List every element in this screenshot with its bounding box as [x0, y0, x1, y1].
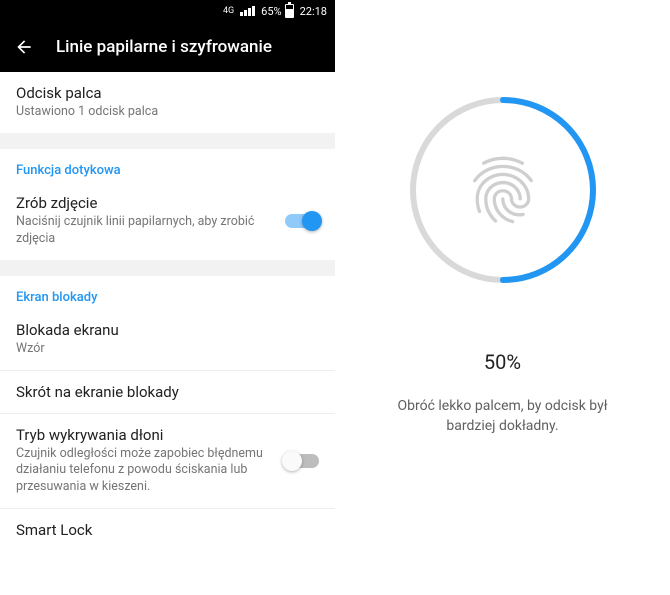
enroll-tip: Obróć lekko palcem, by odcisk był bardzi… — [374, 396, 632, 437]
toggle-knob — [302, 211, 322, 231]
row-take-photo[interactable]: Zrób zdjęcie Naciśnij czujnik linii papi… — [0, 182, 335, 260]
toggle-take-photo[interactable] — [285, 214, 319, 228]
enroll-tip-line1: Obróć lekko palcem, by odcisk był — [398, 398, 608, 414]
clock: 22:18 — [300, 5, 327, 18]
row-screen-lock[interactable]: Blokada ekranu Wzór — [0, 309, 335, 370]
toggle-knob — [282, 451, 302, 471]
row-fingerprint[interactable]: Odcisk palca Ustawiono 1 odcisk palca — [0, 72, 335, 133]
section-touch-label: Funkcja dotykowa — [16, 163, 319, 178]
app-bar: Linie papilarne i szyfrowanie — [0, 22, 335, 72]
row-take-photo-subtitle: Naciśnij czujnik linii papilarnych, aby … — [16, 214, 266, 248]
progress-ring — [403, 90, 603, 290]
fingerprint-icon — [403, 90, 603, 290]
battery-indicator: 65% — [261, 4, 293, 18]
row-screen-lock-title: Blokada ekranu — [16, 321, 319, 339]
back-arrow-icon — [14, 37, 34, 57]
enroll-screen: 50% Obróć lekko palcem, by odcisk był ba… — [335, 0, 670, 595]
divider — [0, 133, 335, 149]
enroll-tip-line2: bardziej dokładny. — [446, 418, 558, 434]
row-shortcut[interactable]: Skrót na ekranie blokady — [0, 370, 335, 413]
row-palm-subtitle: Czujnik odległości może zapobiec błędnem… — [16, 446, 266, 497]
divider — [0, 260, 335, 276]
row-palm-title: Tryb wykrywania dłoni — [16, 426, 319, 444]
battery-pct: 65% — [261, 5, 281, 18]
back-button[interactable] — [14, 37, 34, 57]
section-lockscreen: Ekran blokady — [0, 276, 335, 309]
row-take-photo-title: Zrób zdjęcie — [16, 194, 319, 212]
row-smart-lock-title: Smart Lock — [16, 521, 319, 539]
row-fingerprint-subtitle: Ustawiono 1 odcisk palca — [16, 104, 266, 121]
row-smart-lock[interactable]: Smart Lock — [0, 508, 335, 551]
enroll-percent: 50% — [484, 350, 521, 374]
signal-icon — [240, 6, 255, 16]
toggle-palm-detection[interactable] — [285, 454, 319, 468]
settings-list: Odcisk palca Ustawiono 1 odcisk palca Fu… — [0, 72, 335, 551]
row-palm-detection[interactable]: Tryb wykrywania dłoni Czujnik odległości… — [0, 413, 335, 509]
settings-screen: 4G 65% 22:18 Linie papilarne i szyfrowan… — [0, 0, 335, 595]
battery-icon — [285, 4, 294, 18]
status-bar: 4G 65% 22:18 — [0, 0, 335, 22]
section-touch: Funkcja dotykowa — [0, 149, 335, 182]
network-type-icon: 4G — [223, 7, 234, 16]
page-title: Linie papilarne i szyfrowanie — [56, 37, 272, 57]
section-lockscreen-label: Ekran blokady — [16, 290, 319, 305]
enroll-content: 50% Obróć lekko palcem, by odcisk był ba… — [335, 0, 670, 595]
row-shortcut-title: Skrót na ekranie blokady — [16, 383, 319, 401]
row-screen-lock-subtitle: Wzór — [16, 341, 266, 358]
row-fingerprint-title: Odcisk palca — [16, 84, 319, 102]
